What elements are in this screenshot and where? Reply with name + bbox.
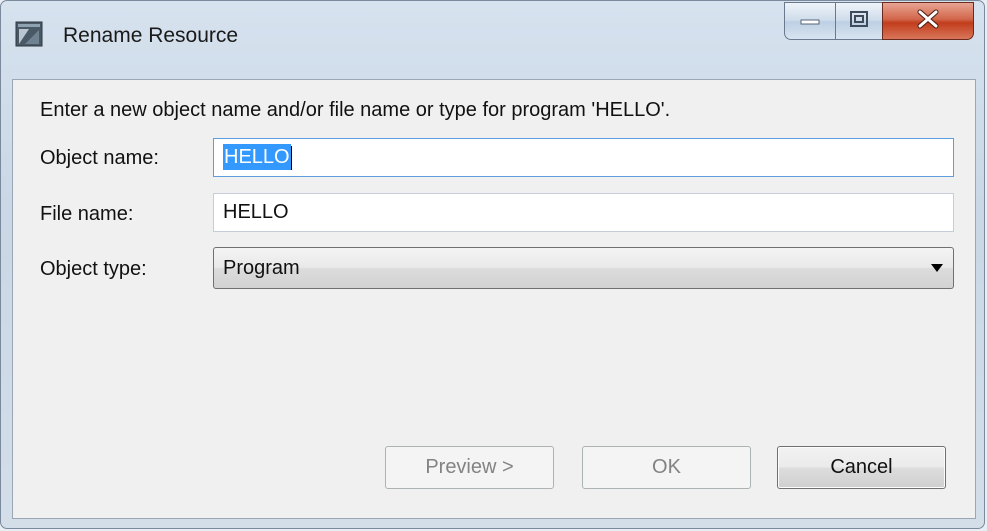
object-name-input[interactable]: HELLO (213, 138, 954, 177)
object-type-selected-value: Program (223, 257, 300, 279)
object-name-selected-text: HELLO (223, 144, 291, 170)
instruction-text: Enter a new object name and/or file name… (40, 99, 671, 121)
file-name-input[interactable]: HELLO (213, 193, 954, 232)
text-caret (290, 145, 292, 170)
preview-button[interactable]: Preview > (385, 446, 554, 489)
maximize-icon (849, 10, 869, 33)
close-icon (917, 9, 939, 34)
window-title: Rename Resource (63, 24, 239, 47)
chevron-down-icon (931, 264, 943, 272)
cancel-button[interactable]: Cancel (777, 446, 946, 489)
object-type-select[interactable]: Program (213, 247, 954, 289)
app-icon (15, 21, 43, 47)
maximize-button[interactable] (835, 2, 883, 40)
file-name-label: File name: (40, 203, 134, 225)
ok-button[interactable]: OK (582, 446, 751, 489)
minimize-button[interactable] (784, 2, 836, 40)
close-button[interactable] (882, 2, 974, 40)
object-type-label: Object type: (40, 258, 147, 280)
minimize-icon (800, 12, 820, 30)
object-name-label: Object name: (40, 147, 159, 169)
